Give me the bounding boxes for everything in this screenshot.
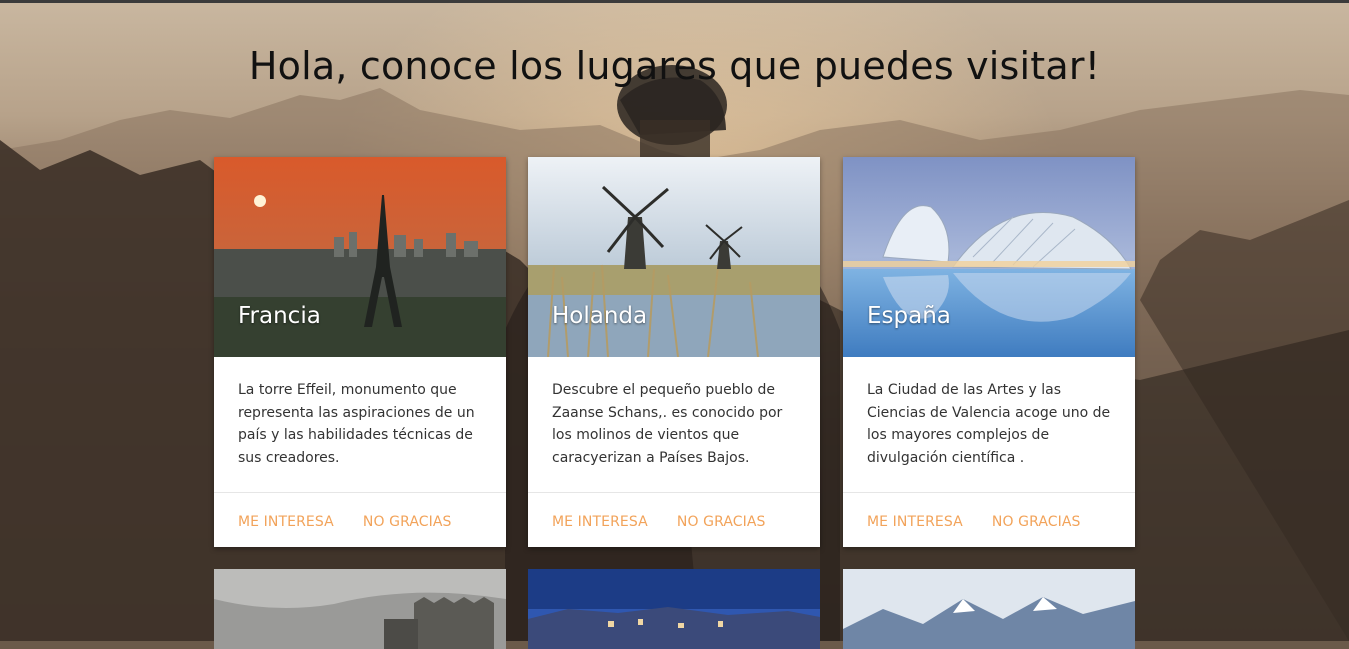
card-description-espana: La Ciudad de las Artes y las Ciencias de…	[843, 357, 1135, 493]
card-actions-francia: ME INTERESA NO GRACIAS	[214, 493, 506, 530]
coast-town-image	[528, 569, 820, 649]
card-holanda: Holanda Descubre el pequeño pueblo de Za…	[528, 157, 820, 547]
card-image-espana: España	[843, 157, 1135, 357]
card-image-coast	[528, 569, 820, 649]
page-title: Hola, conoce los lugares que puedes visi…	[248, 44, 1101, 88]
card-image-holanda: Holanda	[528, 157, 820, 357]
no-gracias-button-francia[interactable]: NO GRACIAS	[363, 514, 452, 530]
no-gracias-button-espana[interactable]: NO GRACIAS	[992, 514, 1081, 530]
me-interesa-button-holanda[interactable]: ME INTERESA	[552, 514, 648, 530]
me-interesa-button-espana[interactable]: ME INTERESA	[867, 514, 963, 530]
card-image-francia: Francia	[214, 157, 506, 357]
card-title-espana: España	[867, 303, 951, 329]
alps-image	[843, 569, 1135, 649]
card-francia: Francia La torre Effeil, monumento que r…	[214, 157, 506, 547]
me-interesa-button-francia[interactable]: ME INTERESA	[238, 514, 334, 530]
card-actions-espana: ME INTERESA NO GRACIAS	[843, 493, 1135, 530]
no-gracias-button-holanda[interactable]: NO GRACIAS	[677, 514, 766, 530]
card-image-castle	[214, 569, 506, 649]
card-title-holanda: Holanda	[552, 303, 648, 329]
card-espana: España La Ciudad de las Artes y las Cien…	[843, 157, 1135, 547]
card-description-francia: La torre Effeil, monumento que represent…	[214, 357, 506, 493]
card-actions-holanda: ME INTERESA NO GRACIAS	[528, 493, 820, 530]
card-description-holanda: Descubre el pequeño pueblo de Zaanse Sch…	[528, 357, 820, 493]
card-title-francia: Francia	[238, 303, 321, 329]
card-image-alps	[843, 569, 1135, 649]
castle-image	[214, 569, 506, 649]
top-border	[0, 0, 1349, 3]
